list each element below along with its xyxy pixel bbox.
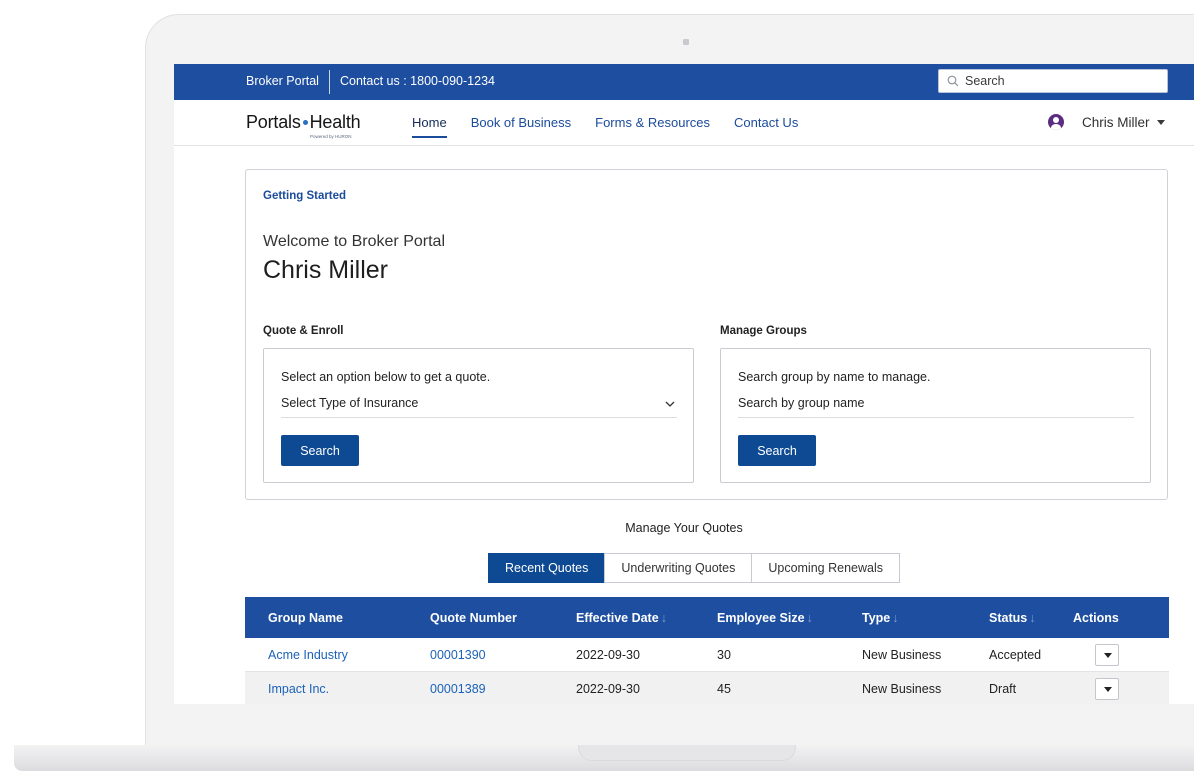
quote-enroll-hint: Select an option below to get a quote. bbox=[281, 370, 491, 384]
sort-arrow-icon: ↓ bbox=[806, 610, 813, 625]
caret-down-icon bbox=[1156, 119, 1165, 125]
laptop-base-notch bbox=[578, 745, 796, 761]
quote-number-link[interactable]: 00001390 bbox=[430, 648, 576, 662]
group-name-link[interactable]: Acme Industry bbox=[245, 648, 430, 662]
screen: Broker Portal Contact us : 1800-090-1234… bbox=[174, 64, 1194, 704]
quote-enroll-label: Quote & Enroll bbox=[263, 325, 344, 337]
logo-powered-by: Powered by HURON bbox=[310, 134, 352, 139]
employee-size: 45 bbox=[717, 681, 731, 696]
user-name: Chris Miller bbox=[1082, 114, 1150, 130]
logo-text-right: Health bbox=[309, 112, 361, 132]
nav-link-home[interactable]: Home bbox=[412, 115, 447, 138]
employee-size: 30 bbox=[717, 647, 731, 662]
avatar-icon bbox=[1048, 114, 1064, 130]
nav-link-contact-us[interactable]: Contact Us bbox=[734, 115, 798, 138]
quote-enroll-box: Select an option below to get a quote. S… bbox=[263, 348, 694, 483]
camera-dot bbox=[683, 39, 689, 45]
chevron-down-icon bbox=[665, 401, 675, 407]
table-row: Acme Industry 00001390 2022-09-30 30 New… bbox=[245, 638, 1169, 672]
nav-links: Home Book of Business Forms & Resources … bbox=[412, 115, 822, 138]
user-menu[interactable]: Chris Miller bbox=[1048, 114, 1165, 130]
logo-dot-icon bbox=[302, 120, 308, 125]
row-actions-dropdown[interactable] bbox=[1095, 677, 1119, 700]
table-row: Impact Inc. 00001389 2022-09-30 45 New B… bbox=[245, 672, 1169, 704]
manage-groups-box: Search group by name to manage. Search b… bbox=[720, 348, 1151, 483]
quotes-table: Group Name Quote Number Effective Date ↓ … bbox=[245, 597, 1169, 704]
sort-arrow-icon: ↓ bbox=[1029, 610, 1036, 625]
effective-date: 2022-09-30 bbox=[576, 681, 640, 696]
tab-upcoming-renewals[interactable]: Upcoming Renewals bbox=[751, 553, 900, 583]
utility-bar: Broker Portal Contact us : 1800-090-1234 bbox=[174, 64, 1194, 100]
col-actions: Actions bbox=[1073, 610, 1119, 625]
welcome-user-name: Chris Miller bbox=[263, 256, 388, 284]
manage-quotes-title: Manage Your Quotes bbox=[625, 521, 743, 535]
sort-arrow-icon: ↓ bbox=[892, 610, 899, 625]
quote-number-link[interactable]: 00001389 bbox=[430, 682, 576, 696]
contact-info: Contact us : 1800-090-1234 bbox=[340, 74, 495, 88]
portals-health-logo[interactable]: Portals Health Powered by HURON bbox=[246, 112, 361, 139]
tab-underwriting-quotes[interactable]: Underwriting Quotes bbox=[604, 553, 753, 583]
logo-text-left: Portals bbox=[246, 112, 301, 132]
global-search[interactable] bbox=[938, 69, 1168, 93]
quote-type: New Business bbox=[862, 647, 942, 662]
col-group-name[interactable]: Group Name bbox=[245, 611, 430, 625]
sort-arrow-icon: ↓ bbox=[660, 610, 667, 625]
nav-link-forms-resources[interactable]: Forms & Resources bbox=[595, 115, 710, 138]
col-quote-number[interactable]: Quote Number bbox=[430, 611, 576, 625]
utility-divider bbox=[329, 70, 330, 94]
quote-search-button[interactable]: Search bbox=[281, 435, 359, 466]
tab-recent-quotes[interactable]: Recent Quotes bbox=[488, 553, 606, 583]
quote-status: Accepted bbox=[989, 647, 1042, 662]
global-search-input[interactable] bbox=[965, 74, 1155, 88]
manage-groups-label: Manage Groups bbox=[720, 325, 807, 337]
col-effective-date[interactable]: Effective Date ↓ bbox=[576, 611, 717, 625]
nav-link-book-of-business[interactable]: Book of Business bbox=[471, 115, 571, 138]
welcome-text: Welcome to Broker Portal bbox=[263, 233, 445, 250]
getting-started-title: Getting Started bbox=[263, 190, 347, 202]
group-name-link[interactable]: Impact Inc. bbox=[245, 682, 430, 696]
quote-status: Draft bbox=[989, 681, 1017, 696]
quotes-tabs: Recent Quotes Underwriting Quotes Upcomi… bbox=[488, 553, 900, 583]
col-type[interactable]: Type ↓ bbox=[862, 611, 989, 625]
insurance-type-select[interactable]: Select Type of Insurance bbox=[281, 396, 677, 418]
col-employee-size[interactable]: Employee Size ↓ bbox=[717, 611, 862, 625]
group-name-input[interactable]: Search by group name bbox=[738, 396, 1134, 418]
col-status[interactable]: Status ↓ bbox=[989, 611, 1073, 625]
manage-groups-hint: Search group by name to manage. bbox=[738, 370, 931, 384]
getting-started-card: Getting Started Welcome to Broker Portal… bbox=[245, 169, 1168, 500]
search-icon bbox=[947, 75, 959, 87]
portal-name: Broker Portal bbox=[246, 74, 319, 88]
table-header: Group Name Quote Number Effective Date ↓ … bbox=[245, 597, 1169, 638]
main-nav: Portals Health Powered by HURON Home Boo… bbox=[174, 100, 1194, 146]
effective-date: 2022-09-30 bbox=[576, 647, 640, 662]
row-actions-dropdown[interactable] bbox=[1095, 643, 1119, 666]
insurance-type-value: Select Type of Insurance bbox=[281, 396, 419, 410]
quote-type: New Business bbox=[862, 681, 942, 696]
group-search-button[interactable]: Search bbox=[738, 435, 816, 466]
